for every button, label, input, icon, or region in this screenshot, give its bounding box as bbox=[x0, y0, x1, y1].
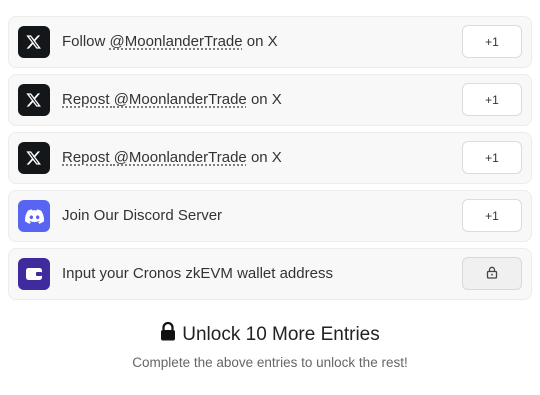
unlock-heading: Unlock 10 More Entries bbox=[0, 321, 540, 347]
entry-join-discord[interactable]: Join Our Discord Server +1 bbox=[8, 190, 532, 242]
handle-link[interactable]: @MoonlanderTrade bbox=[114, 91, 247, 108]
wallet-icon bbox=[18, 258, 50, 290]
unlock-title: Unlock 10 More Entries bbox=[182, 323, 380, 345]
handle-link[interactable]: @MoonlanderTrade bbox=[110, 33, 243, 50]
lock-icon bbox=[160, 321, 176, 347]
plus-one-button[interactable]: +1 bbox=[462, 83, 522, 116]
discord-icon bbox=[18, 200, 50, 232]
entry-repost-x[interactable]: Repost @MoonlanderTrade on X +1 bbox=[8, 132, 532, 184]
entry-follow-x[interactable]: Follow @MoonlanderTrade on X +1 bbox=[8, 16, 532, 68]
unlock-subtitle: Complete the above entries to unlock the… bbox=[132, 355, 408, 370]
locked-button[interactable] bbox=[462, 257, 522, 290]
x-logo-icon bbox=[18, 84, 50, 116]
entry-repost-x[interactable]: Repost @MoonlanderTrade on X +1 bbox=[8, 74, 532, 126]
entry-label: Input your Cronos zkEVM wallet address bbox=[62, 265, 333, 282]
entry-label: Repost @MoonlanderTrade on X bbox=[62, 149, 282, 166]
handle-link[interactable]: @MoonlanderTrade bbox=[114, 149, 247, 166]
entry-wallet-address[interactable]: Input your Cronos zkEVM wallet address bbox=[8, 248, 532, 300]
plus-one-button[interactable]: +1 bbox=[462, 25, 522, 58]
plus-one-button[interactable]: +1 bbox=[462, 141, 522, 174]
x-logo-icon bbox=[18, 142, 50, 174]
entry-label: Join Our Discord Server bbox=[62, 207, 223, 224]
x-logo-icon bbox=[18, 26, 50, 58]
entry-label: Repost @MoonlanderTrade on X bbox=[62, 91, 282, 108]
entry-label: Follow @MoonlanderTrade on X bbox=[62, 33, 278, 50]
plus-one-button[interactable]: +1 bbox=[462, 199, 522, 232]
lock-icon bbox=[486, 266, 498, 282]
